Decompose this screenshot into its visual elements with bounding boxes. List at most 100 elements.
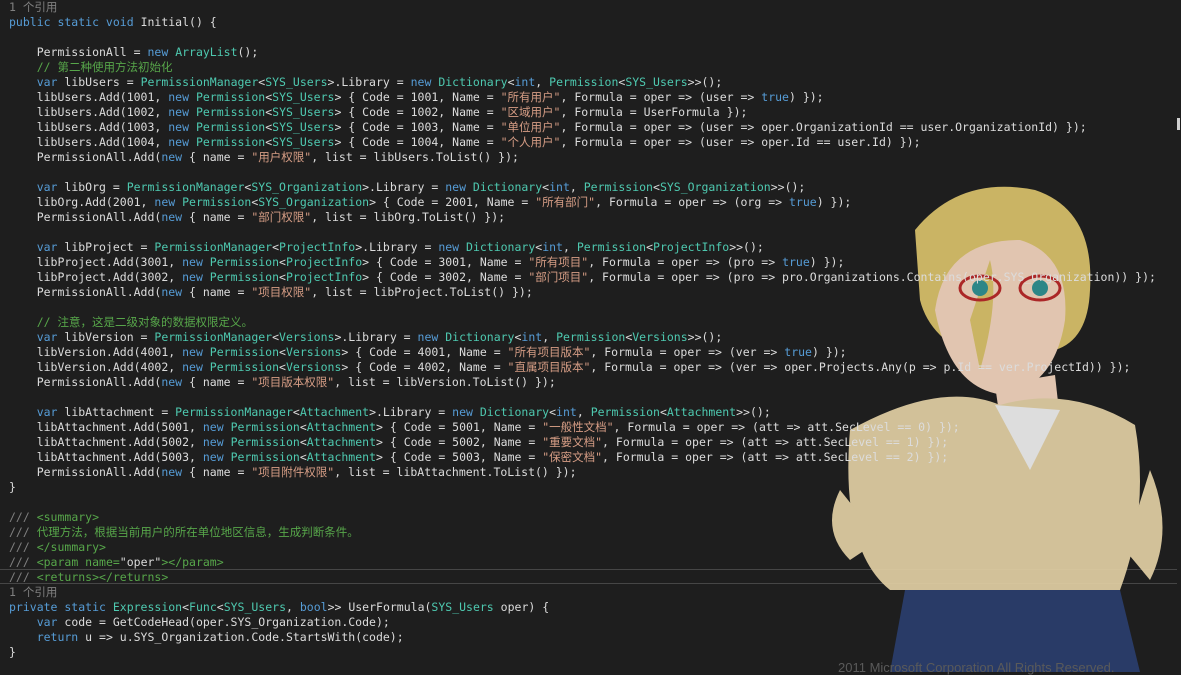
- code-line: var libProject = PermissionManager<Proje…: [9, 240, 764, 255]
- code-token: , list = libAttachment.ToList() });: [334, 465, 577, 479]
- code-token: new: [452, 405, 480, 419]
- code-token: Dictionary: [438, 75, 508, 89]
- code-token: new: [168, 90, 196, 104]
- code-token: oper) {: [500, 600, 550, 614]
- code-token: new: [410, 75, 439, 89]
- code-token: { name =: [189, 285, 252, 299]
- code-token: SYS_Organization: [659, 180, 771, 194]
- code-token: true: [784, 345, 812, 359]
- code-token: "所有项目版本": [507, 345, 591, 359]
- code-token: Permission: [230, 420, 300, 434]
- code-token: "重要文档": [542, 435, 603, 449]
- code-token: "部门权限": [251, 210, 312, 224]
- code-line: private static Expression<Func<SYS_Users…: [9, 600, 549, 615]
- code-token: <: [272, 240, 280, 254]
- code-token: libVersion.Add(4002,: [9, 360, 183, 374]
- code-line: /// <returns></returns>: [9, 570, 168, 585]
- code-token: bool: [299, 600, 328, 614]
- code-token: new: [154, 195, 183, 209]
- code-line: libOrg.Add(2001, new Permission<SYS_Orga…: [9, 195, 852, 210]
- code-line: libAttachment.Add(5001, new Permission<A…: [9, 420, 960, 435]
- code-token: // 注意，这是二级对象的数据权限定义。: [9, 315, 253, 329]
- code-token: >>();: [687, 330, 723, 344]
- code-token: code = GetCodeHead(oper.SYS_Organization…: [64, 615, 390, 629]
- code-line: // 第二种使用方法初始化: [9, 60, 173, 75]
- code-token: Permission: [583, 180, 653, 194]
- code-token: ,: [562, 240, 577, 254]
- code-token: new: [161, 465, 190, 479]
- code-token: > { Code = 4001, Name =: [341, 345, 508, 359]
- code-token: </summary>: [36, 540, 106, 554]
- code-token: Permission: [209, 345, 280, 359]
- code-token: SYS_Users: [265, 75, 328, 89]
- code-line: libUsers.Add(1002, new Permission<SYS_Us…: [9, 105, 748, 120]
- code-token: <: [299, 420, 307, 434]
- code-token: new: [417, 330, 446, 344]
- code-line: libAttachment.Add(5003, new Permission<A…: [9, 450, 949, 465]
- code-token: true: [761, 90, 789, 104]
- code-line: PermissionAll = new ArrayList();: [9, 45, 259, 60]
- code-token: , Formula = oper => (att => att.SecLevel…: [613, 420, 960, 434]
- code-token: Attachment: [299, 405, 370, 419]
- code-token: var: [9, 615, 65, 629]
- code-token: 代理方法，根据当前用户的所在单位地区信息，生成判断条件。: [36, 525, 359, 539]
- code-token: new: [161, 375, 190, 389]
- code-token: Func: [189, 600, 217, 614]
- code-token: "所有项目": [528, 255, 589, 269]
- code-token: > { Code = 4002, Name =: [341, 360, 508, 374]
- code-line: PermissionAll.Add(new { name = "项目权限", l…: [9, 285, 533, 300]
- code-token: new: [438, 240, 467, 254]
- code-token: <: [182, 600, 190, 614]
- code-line: }: [9, 645, 16, 660]
- code-token: Permission: [209, 255, 280, 269]
- code-editor[interactable]: 1 个引用 public static void Initial() { Perm…: [0, 0, 1181, 672]
- code-token: new: [182, 255, 210, 269]
- code-token: "项目附件权限": [251, 465, 335, 479]
- code-token: Dictionary: [472, 180, 543, 194]
- code-token: new: [168, 120, 196, 134]
- code-token: // 第二种使用方法初始化: [9, 60, 173, 74]
- code-token: int: [549, 180, 570, 194]
- code-token: SYS_Users: [272, 135, 335, 149]
- code-token: "用户权限": [251, 150, 312, 164]
- code-token: public static void: [9, 15, 141, 29]
- code-token: <: [279, 270, 286, 284]
- code-token: PermissionManager: [154, 330, 273, 344]
- code-line: var libAttachment = PermissionManager<At…: [9, 405, 771, 420]
- code-token: new: [168, 105, 196, 119]
- code-token: <: [299, 450, 307, 464]
- code-token: "单位用户": [500, 120, 561, 134]
- code-token: ,: [576, 405, 591, 419]
- code-token: ,: [286, 600, 300, 614]
- code-token: ProjectInfo: [653, 240, 730, 254]
- code-token: 1 个引用: [9, 0, 58, 14]
- code-token: libVersion =: [64, 330, 155, 344]
- code-line: }: [9, 480, 16, 495]
- code-token: true: [782, 255, 810, 269]
- code-token: 1 个引用: [9, 585, 58, 599]
- code-token: <: [279, 255, 286, 269]
- code-token: <: [549, 405, 557, 419]
- code-token: return: [9, 630, 86, 644]
- code-token: <: [272, 330, 280, 344]
- code-token: Permission: [182, 195, 252, 209]
- code-token: new: [445, 180, 473, 194]
- code-token: "个人用户": [500, 135, 561, 149]
- code-token: libUsers =: [64, 75, 141, 89]
- code-token: Permission: [576, 240, 647, 254]
- scrollbar-marker: [1177, 118, 1180, 130]
- code-token: ///: [9, 540, 37, 554]
- code-line: libUsers.Add(1004, new Permission<SYS_Us…: [9, 135, 921, 150]
- code-token: var: [9, 75, 65, 89]
- code-token: SYS_Users: [431, 600, 501, 614]
- reference-count[interactable]: 1 个引用: [9, 0, 57, 15]
- code-line: PermissionAll.Add(new { name = "项目版本权限",…: [9, 375, 556, 390]
- code-token: Dictionary: [479, 405, 550, 419]
- reference-count[interactable]: 1 个引用: [9, 585, 57, 600]
- code-token: PermissionManager: [154, 240, 273, 254]
- code-token: SYS_Organization: [251, 180, 363, 194]
- code-token: new: [161, 150, 190, 164]
- code-token: <: [653, 180, 660, 194]
- code-token: "保密文档": [542, 450, 603, 464]
- code-token: >>();: [687, 75, 723, 89]
